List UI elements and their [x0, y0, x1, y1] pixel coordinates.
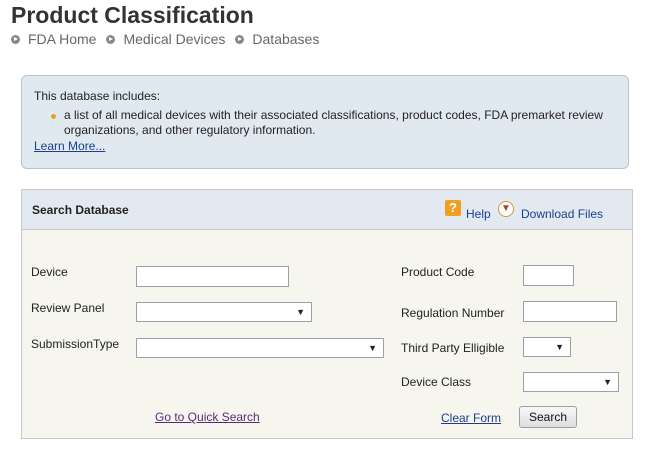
- info-intro: This database includes:: [34, 89, 161, 103]
- search-panel: Search Database ? Help ▼ Download Files …: [21, 189, 633, 439]
- chevron-down-icon: ▼: [296, 307, 305, 317]
- search-button[interactable]: Search: [519, 406, 577, 428]
- chevron-right-icon: [106, 34, 116, 44]
- regulation-number-input[interactable]: [523, 301, 617, 322]
- regulation-number-label: Regulation Number: [401, 306, 505, 320]
- chevron-down-icon: ▼: [555, 342, 564, 352]
- learn-more-link[interactable]: Learn More...: [34, 139, 105, 153]
- breadcrumb-label[interactable]: Medical Devices: [123, 31, 225, 47]
- third-party-select[interactable]: ▼: [523, 337, 571, 357]
- product-code-input[interactable]: [523, 265, 574, 286]
- search-panel-title: Search Database: [32, 203, 129, 217]
- bullet-icon: [51, 114, 56, 119]
- download-files-link[interactable]: Download Files: [521, 207, 603, 221]
- page-title: Product Classification: [11, 2, 254, 28]
- chevron-down-icon: ▼: [603, 377, 612, 387]
- device-class-label: Device Class: [401, 375, 472, 389]
- device-class-select[interactable]: ▼: [523, 372, 619, 392]
- info-box: This database includes: a list of all me…: [21, 75, 629, 169]
- chevron-right-icon: [235, 34, 245, 44]
- device-input[interactable]: [136, 266, 289, 287]
- review-panel-label: Review Panel: [31, 301, 105, 315]
- submission-type-label: SubmissionType: [31, 337, 120, 351]
- chevron-right-icon: [11, 34, 20, 44]
- breadcrumb-label[interactable]: Databases: [252, 31, 319, 47]
- product-code-label: Product Code: [401, 265, 475, 279]
- submission-type-select[interactable]: ▼: [136, 338, 384, 358]
- breadcrumb: FDA Home Medical Devices Databases: [11, 31, 329, 47]
- download-icon[interactable]: ▼: [498, 201, 514, 217]
- help-icon[interactable]: ?: [445, 200, 461, 216]
- breadcrumb-item-fda-home[interactable]: FDA Home: [11, 31, 96, 47]
- quick-search-link[interactable]: Go to Quick Search: [155, 410, 260, 424]
- help-link[interactable]: Help: [466, 207, 491, 221]
- search-panel-header: Search Database ? Help ▼ Download Files: [22, 190, 632, 230]
- third-party-label: Third Party Elligible: [401, 341, 505, 355]
- breadcrumb-item-databases[interactable]: Databases: [235, 31, 319, 47]
- review-panel-select[interactable]: ▼: [136, 302, 312, 322]
- chevron-down-icon: ▼: [368, 343, 377, 353]
- device-label: Device: [31, 265, 68, 279]
- breadcrumb-item-medical-devices[interactable]: Medical Devices: [106, 31, 225, 47]
- breadcrumb-label[interactable]: FDA Home: [28, 31, 96, 47]
- info-list-item: a list of all medical devices with their…: [64, 108, 603, 137]
- clear-form-link[interactable]: Clear Form: [441, 411, 501, 425]
